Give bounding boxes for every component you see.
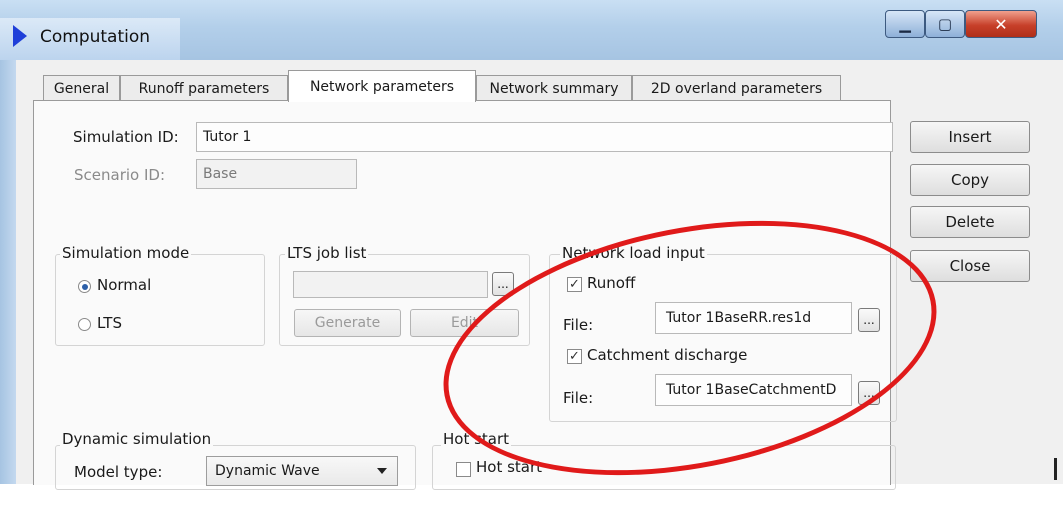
model-type-select[interactable]: Dynamic Wave bbox=[206, 456, 398, 486]
catchment-discharge-label: Catchment discharge bbox=[587, 346, 748, 364]
window-border bbox=[0, 60, 16, 484]
runoff-file-label: File: bbox=[563, 316, 594, 334]
edit-button: Edit bbox=[410, 309, 519, 337]
catchment-file-browse-button[interactable]: ... bbox=[858, 381, 880, 405]
simulation-id-field[interactable]: Tutor 1 bbox=[196, 122, 893, 152]
minimize-icon: ▁ bbox=[899, 15, 911, 33]
tab-2d-overland-parameters[interactable]: 2D overland parameters bbox=[632, 75, 841, 101]
delete-button[interactable]: Delete bbox=[910, 206, 1030, 238]
maximize-button[interactable]: ▢ bbox=[925, 10, 965, 38]
model-type-value: Dynamic Wave bbox=[215, 463, 320, 479]
normal-radio-label: Normal bbox=[97, 276, 152, 294]
close-button[interactable]: Close bbox=[910, 250, 1030, 282]
runoff-file-field[interactable]: Tutor 1BaseRR.res1d bbox=[655, 302, 852, 334]
checkmark-icon: ✓ bbox=[569, 349, 580, 364]
simulation-id-label: Simulation ID: bbox=[73, 128, 179, 146]
catchment-discharge-checkbox[interactable]: ✓ bbox=[567, 349, 582, 364]
runoff-file-browse-button[interactable]: ... bbox=[858, 308, 880, 332]
lts-job-browse-button[interactable]: ... bbox=[492, 272, 514, 296]
insert-button[interactable]: Insert bbox=[910, 121, 1030, 153]
tab-network-summary[interactable]: Network summary bbox=[476, 75, 632, 101]
lts-radio-label: LTS bbox=[97, 314, 122, 332]
simulation-mode-title: Simulation mode bbox=[60, 244, 192, 262]
hot-start-checkbox[interactable] bbox=[456, 462, 471, 477]
scenario-id-field: Base bbox=[196, 159, 357, 189]
runoff-checkbox-label: Runoff bbox=[587, 274, 636, 292]
scenario-id-label: Scenario ID: bbox=[74, 166, 166, 184]
dynamic-simulation-title: Dynamic simulation bbox=[60, 430, 214, 448]
normal-radio[interactable] bbox=[78, 280, 91, 293]
model-type-label: Model type: bbox=[74, 463, 163, 481]
simulation-mode-group bbox=[55, 254, 265, 346]
radio-selected-dot bbox=[81, 283, 88, 290]
tab-general[interactable]: General bbox=[43, 75, 120, 101]
chevron-down-icon bbox=[377, 468, 387, 474]
runoff-checkbox[interactable]: ✓ bbox=[567, 277, 582, 292]
hot-start-title: Hot start bbox=[441, 430, 512, 448]
cursor-mark bbox=[1054, 458, 1057, 480]
catchment-file-field[interactable]: Tutor 1BaseCatchmentD bbox=[655, 374, 852, 406]
minimize-button[interactable]: ▁ bbox=[885, 10, 925, 38]
lts-radio[interactable] bbox=[78, 318, 91, 331]
app-icon bbox=[13, 25, 27, 47]
hot-start-checkbox-label: Hot start bbox=[476, 458, 543, 476]
close-icon: ✕ bbox=[994, 14, 1008, 34]
window-title: Computation bbox=[40, 27, 151, 47]
tab-runoff-parameters[interactable]: Runoff parameters bbox=[120, 75, 288, 101]
maximize-icon: ▢ bbox=[937, 15, 953, 33]
network-load-input-title: Network load input bbox=[560, 244, 707, 262]
checkmark-icon: ✓ bbox=[569, 277, 580, 292]
lts-job-list-field bbox=[293, 271, 488, 298]
close-window-button[interactable]: ✕ bbox=[965, 10, 1037, 38]
tab-network-parameters[interactable]: Network parameters bbox=[288, 70, 476, 102]
generate-button: Generate bbox=[294, 309, 401, 337]
lts-job-list-title: LTS job list bbox=[285, 244, 369, 262]
copy-button[interactable]: Copy bbox=[910, 164, 1030, 196]
catchment-file-label: File: bbox=[563, 389, 594, 407]
